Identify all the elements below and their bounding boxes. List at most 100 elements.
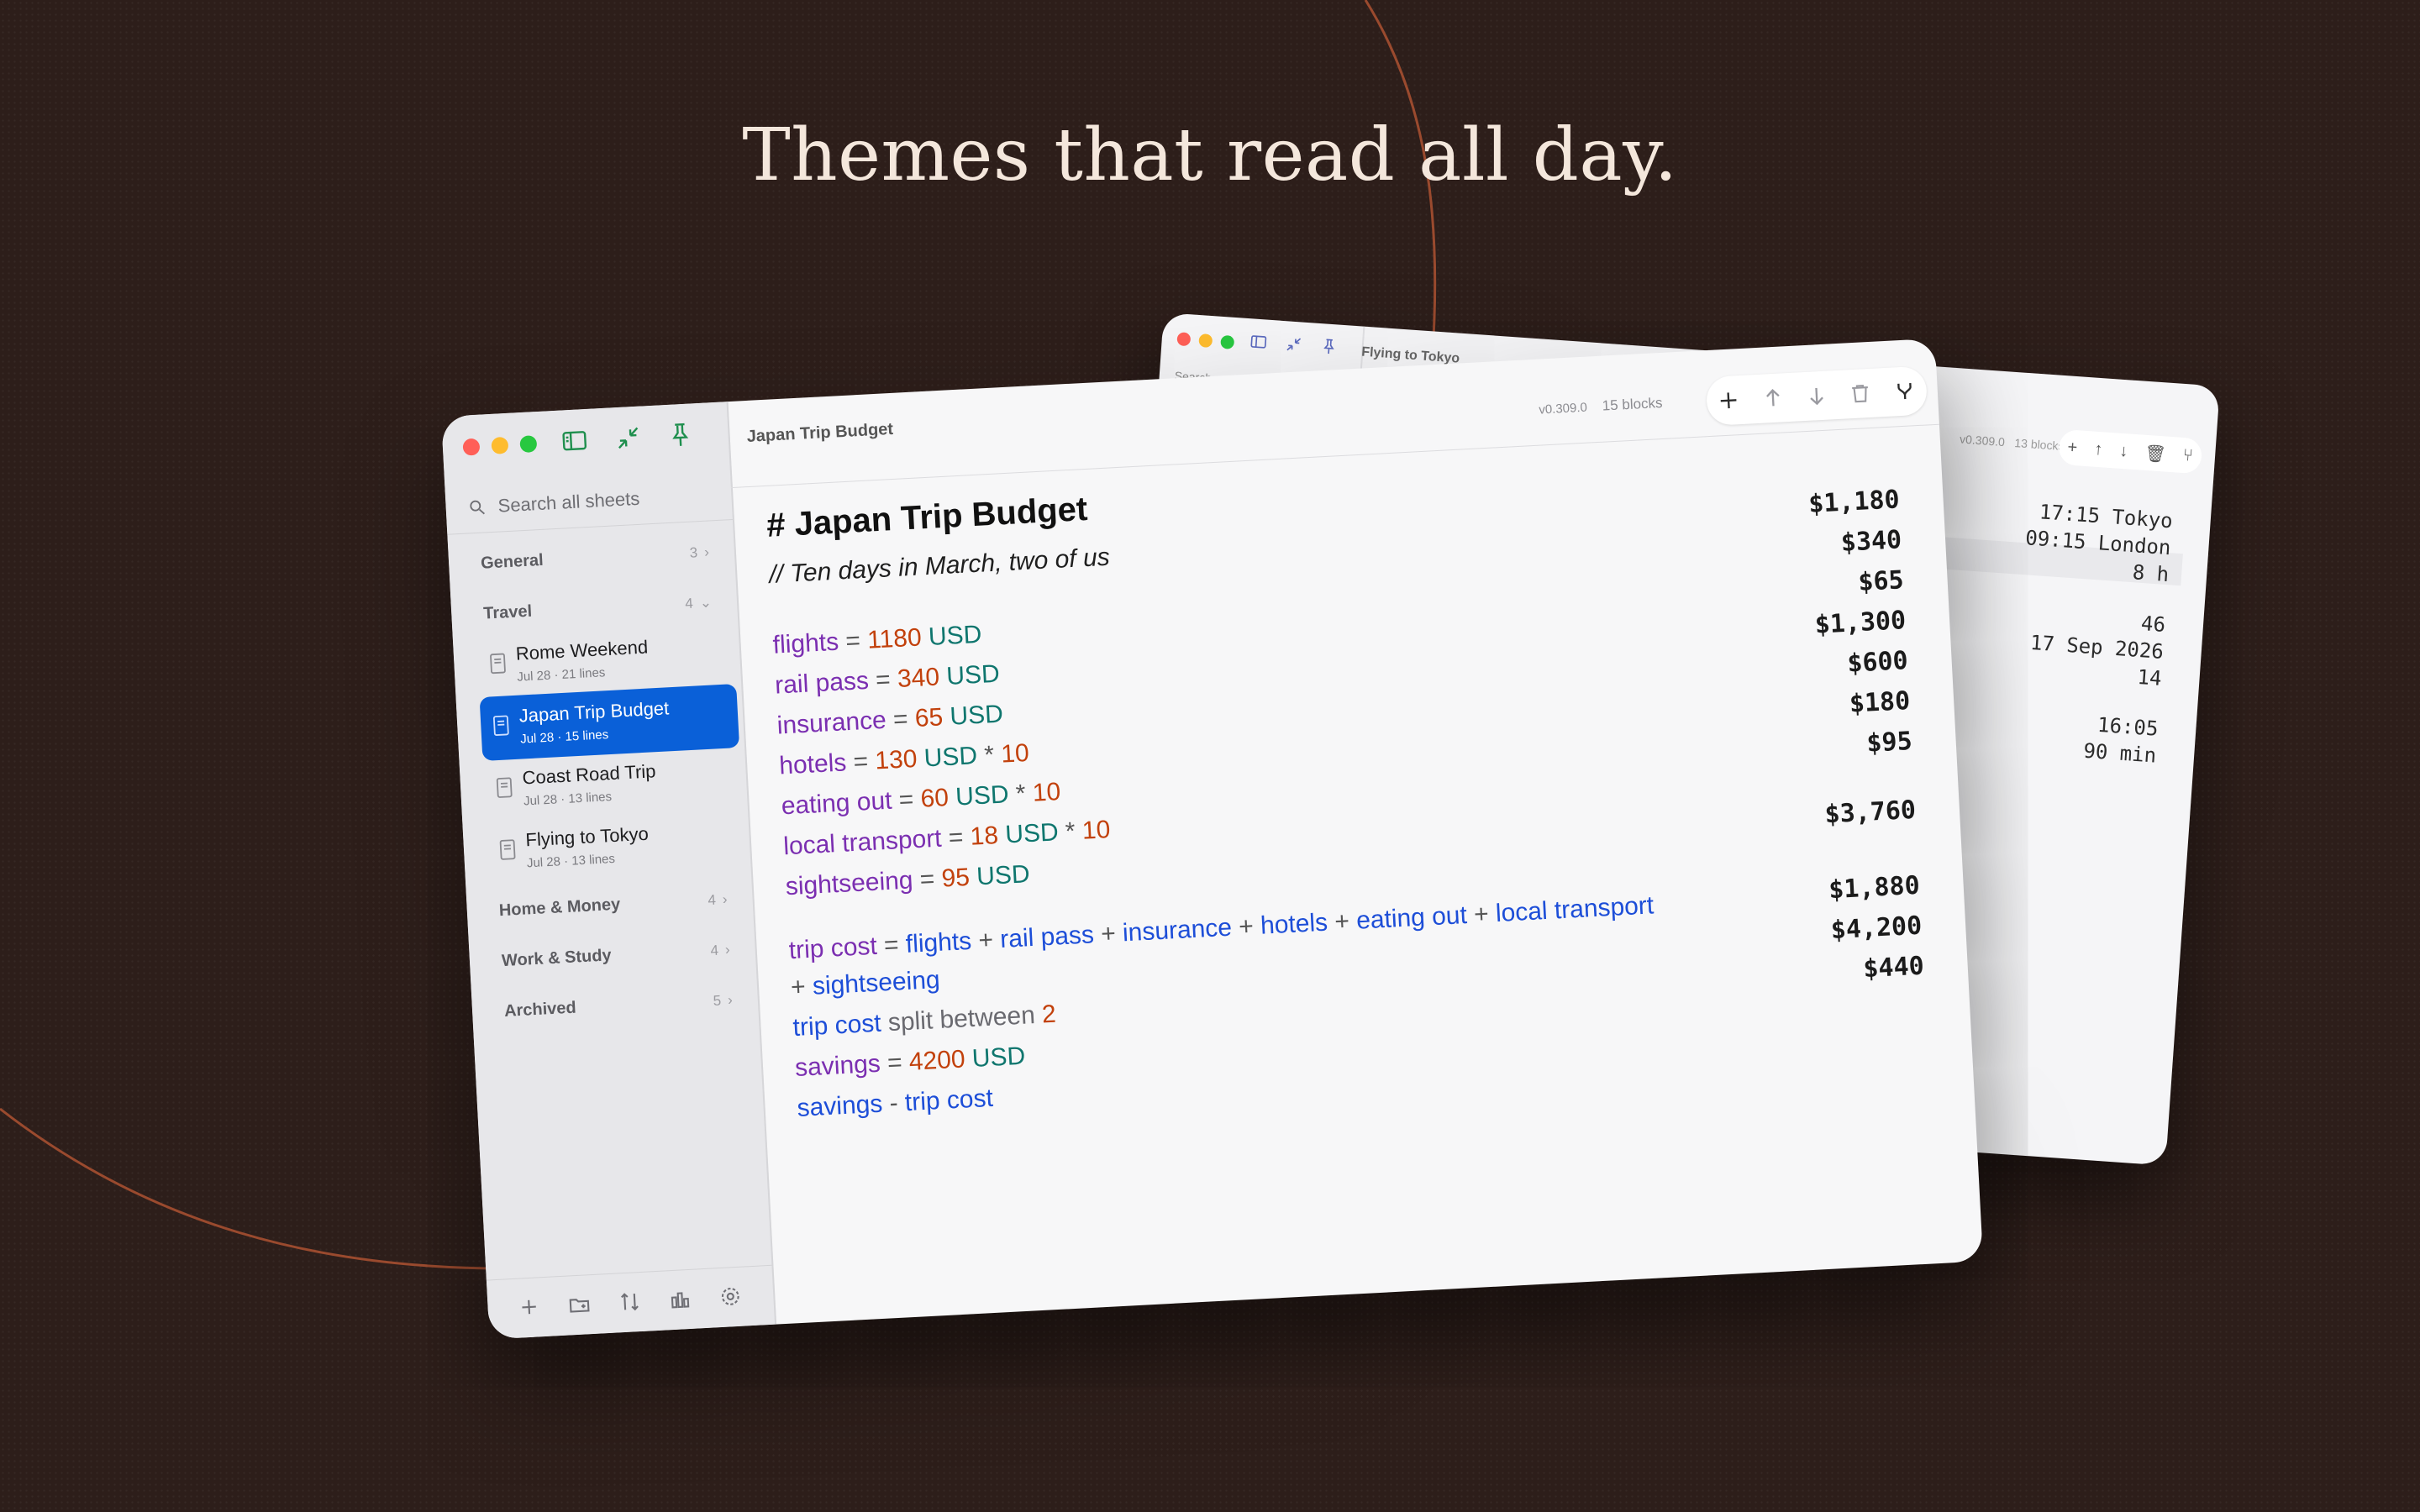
close-button[interactable] <box>1176 332 1192 347</box>
operator: = <box>912 864 943 895</box>
group-travel[interactable]: Travel 4 ⌄ <box>483 592 713 623</box>
group-label: Archived <box>503 998 577 1021</box>
group-count: 4 <box>684 595 694 612</box>
variable: eating out <box>780 786 893 821</box>
reference: eating out <box>1355 900 1468 935</box>
number: 340 <box>897 663 940 693</box>
group-count: 4 <box>707 891 717 908</box>
fork-icon[interactable] <box>1892 379 1917 403</box>
search-icon <box>470 500 485 515</box>
line-savings[interactable]: savings = 4200 USD <box>794 1042 1026 1083</box>
group-count: 4 <box>710 942 719 958</box>
minimize-button[interactable] <box>1198 333 1213 349</box>
sheet-flying-to-tokyo[interactable]: Flying to Tokyo Jul 28 · 13 lines <box>486 808 746 885</box>
sort-icon[interactable] <box>618 1289 644 1316</box>
operator: = <box>885 705 916 734</box>
reference: trip cost <box>904 1084 994 1117</box>
reference: rail pass <box>999 921 1095 954</box>
sheet-name: Rome Weekend <box>515 636 649 664</box>
add-icon[interactable]: + <box>2067 438 2078 458</box>
pin-icon[interactable] <box>1318 337 1344 362</box>
arrow-up-icon[interactable]: ↑ <box>2093 439 2104 459</box>
line-trip-cost[interactable]: trip cost = flights + rail pass + insura… <box>788 891 1655 965</box>
titlebar-divider <box>730 423 1939 489</box>
line-insurance[interactable]: insurance = 65 USD <box>776 701 1004 741</box>
number: 10 <box>1000 738 1030 769</box>
number: 60 <box>919 784 950 813</box>
unit: USD <box>969 860 1031 891</box>
chevron-right-icon: › <box>724 941 731 958</box>
variable: insurance <box>776 706 887 740</box>
result-value: $340 <box>1839 525 1902 558</box>
sidebar-toggle-icon[interactable] <box>1249 332 1274 357</box>
add-block-icon[interactable] <box>1717 388 1741 412</box>
group-label: Home & Money <box>498 895 621 921</box>
close-button[interactable] <box>462 438 481 456</box>
sidebar: Search all sheets General 3 › Travel 4 ⌄ Rom… <box>441 402 777 1340</box>
stats-icon[interactable] <box>668 1287 695 1314</box>
line-flights[interactable]: flights = 1180 USD <box>772 621 982 660</box>
chevron-right-icon: › <box>727 991 734 1008</box>
back-version: v0.309.0 <box>1959 432 2006 449</box>
number: 95 <box>940 863 971 893</box>
sidebar-toggle-icon[interactable] <box>560 426 592 458</box>
collapse-icon[interactable] <box>613 423 645 454</box>
collapse-icon[interactable] <box>1284 334 1309 360</box>
sheet-meta: Jul 28 · 15 lines <box>519 727 609 747</box>
result-value: $4,200 <box>1829 911 1923 946</box>
variable: trip cost <box>787 932 878 965</box>
zoom-button[interactable] <box>1220 334 1235 349</box>
move-down-icon[interactable] <box>1804 384 1828 408</box>
line-local-transport[interactable]: local transport = 18 USD * 10 <box>782 816 1111 861</box>
number: 130 <box>874 744 918 775</box>
zoom-button[interactable] <box>519 435 538 454</box>
number: 1180 <box>866 623 923 654</box>
line-trip-cost-continued[interactable]: + sightseeing <box>790 966 940 1002</box>
add-sheet-icon[interactable] <box>517 1294 544 1321</box>
group-home-money[interactable]: Home & Money 4 › <box>498 890 728 921</box>
group-archived[interactable]: Archived 5 › <box>504 990 734 1021</box>
move-up-icon[interactable] <box>1760 386 1785 410</box>
group-general[interactable]: General 3 › <box>481 543 710 574</box>
new-folder-icon[interactable] <box>567 1292 594 1319</box>
search-input[interactable]: Search all sheets <box>467 478 721 525</box>
back-toolbar: + ↑ ↓ 🗑 ⑂ <box>2057 428 2203 475</box>
reference: savings <box>796 1089 884 1122</box>
reference: trip cost <box>792 1009 882 1042</box>
operator: - <box>881 1089 906 1118</box>
number: 4200 <box>908 1045 966 1076</box>
result-value: $65 <box>1857 565 1905 597</box>
minimize-button[interactable] <box>491 436 509 454</box>
line-eating-out[interactable]: eating out = 60 USD * 10 <box>781 778 1061 821</box>
reference: sightseeing <box>812 965 941 1000</box>
result-value: $1,300 <box>1813 606 1907 640</box>
operator: + <box>1465 900 1497 929</box>
front-window[interactable]: Search all sheets General 3 › Travel 4 ⌄ Rom… <box>441 338 1984 1340</box>
line-rail-pass[interactable]: rail pass = 340 USD <box>774 660 1000 701</box>
operator: * <box>1007 779 1034 809</box>
group-label: General <box>480 550 544 573</box>
number: 10 <box>1031 778 1062 807</box>
fork-icon[interactable]: ⑂ <box>2182 446 2194 466</box>
chevron-down-icon: ⌄ <box>699 593 713 611</box>
arrow-down-icon[interactable]: ↓ <box>2119 441 2129 461</box>
gear-icon[interactable] <box>718 1284 745 1311</box>
trash-icon[interactable] <box>1849 381 1873 406</box>
variable: sightseeing <box>784 866 914 901</box>
line-sightseeing[interactable]: sightseeing = 95 USD <box>785 860 1030 901</box>
sheet-meta: Jul 28 · 13 lines <box>526 851 616 871</box>
operator: + <box>1093 919 1123 949</box>
line-split[interactable]: trip cost split between 2 <box>792 1000 1057 1042</box>
group-work-study[interactable]: Work & Study 4 › <box>501 940 730 971</box>
line-difference[interactable]: savings - trip cost <box>797 1084 994 1123</box>
result-value: $1,180 <box>1807 485 1901 519</box>
group-label: Work & Study <box>501 946 613 971</box>
line-hotels[interactable]: hotels = 130 USD * 10 <box>778 739 1029 781</box>
trash-icon[interactable]: 🗑 <box>2144 442 2167 465</box>
pin-icon[interactable] <box>666 420 697 452</box>
operator: + <box>790 972 813 1002</box>
number: 65 <box>914 703 944 732</box>
operator: = <box>876 930 907 960</box>
back-blocks: 13 blocks <box>2013 436 2065 454</box>
number: 2 <box>1041 1000 1057 1029</box>
